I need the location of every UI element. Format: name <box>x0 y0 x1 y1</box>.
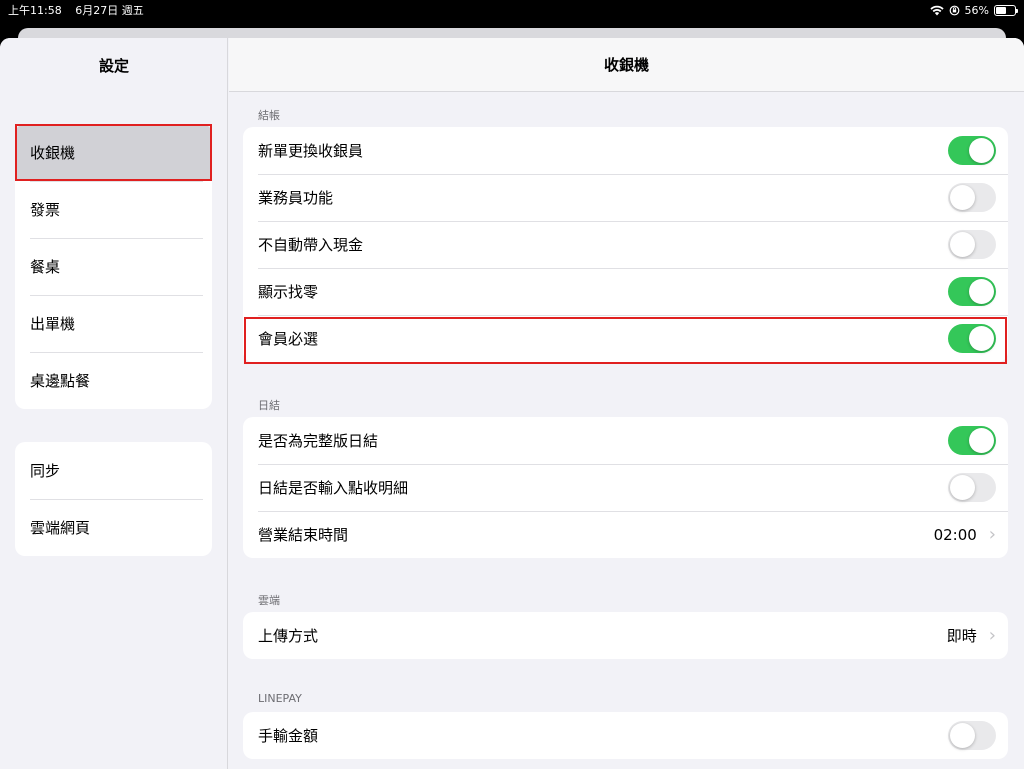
setting-label: 日結是否輸入點收明細 <box>258 479 409 497</box>
setting-row: 顯示找零 <box>243 268 1008 315</box>
sidebar-group-cloud: 同步 雲端網頁 <box>15 442 212 556</box>
setting-label: 新單更換收銀員 <box>258 142 364 160</box>
chevron-right-icon: › <box>988 624 996 646</box>
group-daily-close: 是否為完整版日結 日結是否輸入點收明細 營業結束時間 02:00 › <box>243 417 1008 558</box>
sidebar-item-cloud-web[interactable]: 雲端網頁 <box>15 499 212 556</box>
setting-row: 不自動帶入現金 <box>243 221 1008 268</box>
status-date: 6月27日 週五 <box>75 4 144 17</box>
sidebar-item-label: 餐桌 <box>30 258 61 276</box>
sidebar-item-invoice[interactable]: 發票 <box>15 181 212 238</box>
setting-label: 營業結束時間 <box>258 526 349 544</box>
value-wrap: 即時 › <box>947 625 996 646</box>
toggle-salesperson-feature[interactable] <box>948 183 996 212</box>
sidebar-item-label: 發票 <box>30 201 61 219</box>
settings-window: 設定 收銀機 發票 餐桌 出單機 桌邊點餐 同步 雲端網頁 收銀機 結帳 新單更… <box>0 38 1024 769</box>
setting-row: 業務員功能 <box>243 174 1008 221</box>
section-header-cloud: 雲端 <box>258 594 280 607</box>
status-bar: 上午11:58 6月27日 週五 56% <box>0 0 1024 20</box>
toggle-knob <box>950 475 975 500</box>
toggle-member-required[interactable] <box>948 324 996 353</box>
setting-label: 上傳方式 <box>258 627 319 645</box>
sidebar-item-label: 桌邊點餐 <box>30 372 91 390</box>
business-end-time-row[interactable]: 營業結束時間 02:00 › <box>243 511 1008 558</box>
sidebar-group-main: 收銀機 發票 餐桌 出單機 桌邊點餐 <box>15 124 212 409</box>
sidebar-item-tables[interactable]: 餐桌 <box>15 238 212 295</box>
setting-label: 是否為完整版日結 <box>258 432 379 450</box>
status-right: 56% <box>929 3 1018 17</box>
wifi-icon <box>929 5 944 15</box>
sidebar-item-tableside-ordering[interactable]: 桌邊點餐 <box>15 352 212 409</box>
setting-label: 會員必選 <box>258 330 319 348</box>
status-left: 上午11:58 6月27日 週五 <box>8 2 154 18</box>
status-time: 上午11:58 <box>8 4 62 17</box>
upload-method-value: 即時 <box>946 627 977 645</box>
toggle-knob <box>969 428 994 453</box>
setting-row: 會員必選 <box>243 315 1008 362</box>
group-linepay: 手輸金額 <box>243 712 1008 759</box>
sidebar-item-label: 雲端網頁 <box>30 519 91 537</box>
toggle-knob <box>969 138 994 163</box>
setting-label: 業務員功能 <box>258 189 334 207</box>
toggle-knob <box>950 185 975 210</box>
setting-row: 新單更換收銀員 <box>243 127 1008 174</box>
toggle-knob <box>950 232 975 257</box>
setting-label: 手輸金額 <box>258 727 319 745</box>
detail-pane: 收銀機 結帳 新單更換收銀員 業務員功能 不自動帶入現金 顯示找零 會員必選 日… <box>229 38 1024 769</box>
battery-icon <box>994 4 1018 16</box>
sidebar-item-label: 出單機 <box>30 315 76 333</box>
toggle-show-change[interactable] <box>948 277 996 306</box>
setting-label: 不自動帶入現金 <box>258 236 364 254</box>
sidebar-item-pos[interactable]: 收銀機 <box>15 124 212 181</box>
toggle-full-daily-close[interactable] <box>948 426 996 455</box>
setting-row: 手輸金額 <box>243 712 1008 759</box>
page-title: 收銀機 <box>603 56 649 74</box>
nav-bar: 收銀機 <box>229 38 1024 92</box>
toggle-knob <box>969 279 994 304</box>
battery-percent: 56% <box>964 3 989 17</box>
sidebar-item-printer[interactable]: 出單機 <box>15 295 212 352</box>
toggle-no-auto-cash[interactable] <box>948 230 996 259</box>
battery-fill <box>996 6 1007 14</box>
upload-method-row[interactable]: 上傳方式 即時 › <box>243 612 1008 659</box>
value-wrap: 02:00 › <box>933 523 996 545</box>
chevron-right-icon: › <box>988 523 996 545</box>
section-header-checkout: 結帳 <box>258 109 280 122</box>
group-cloud: 上傳方式 即時 › <box>243 612 1008 659</box>
sidebar-item-sync[interactable]: 同步 <box>15 442 212 499</box>
group-checkout: 新單更換收銀員 業務員功能 不自動帶入現金 顯示找零 會員必選 <box>243 127 1008 362</box>
toggle-manual-amount[interactable] <box>948 721 996 750</box>
setting-row: 是否為完整版日結 <box>243 417 1008 464</box>
toggle-knob <box>950 723 975 748</box>
sidebar: 設定 收銀機 發票 餐桌 出單機 桌邊點餐 同步 雲端網頁 <box>0 38 228 769</box>
setting-row: 日結是否輸入點收明細 <box>243 464 1008 511</box>
section-header-daily-close: 日結 <box>258 399 280 412</box>
sidebar-item-label: 同步 <box>30 462 61 480</box>
toggle-new-order-change-cashier[interactable] <box>948 136 996 165</box>
orientation-lock-icon <box>949 5 959 15</box>
toggle-knob <box>969 326 994 351</box>
toggle-daily-close-count-details[interactable] <box>948 473 996 502</box>
sidebar-item-label: 收銀機 <box>30 144 76 162</box>
setting-label: 顯示找零 <box>258 283 319 301</box>
business-end-time-value: 02:00 <box>933 525 977 544</box>
section-header-linepay: LINEPAY <box>258 692 302 705</box>
sidebar-title: 設定 <box>98 56 129 75</box>
